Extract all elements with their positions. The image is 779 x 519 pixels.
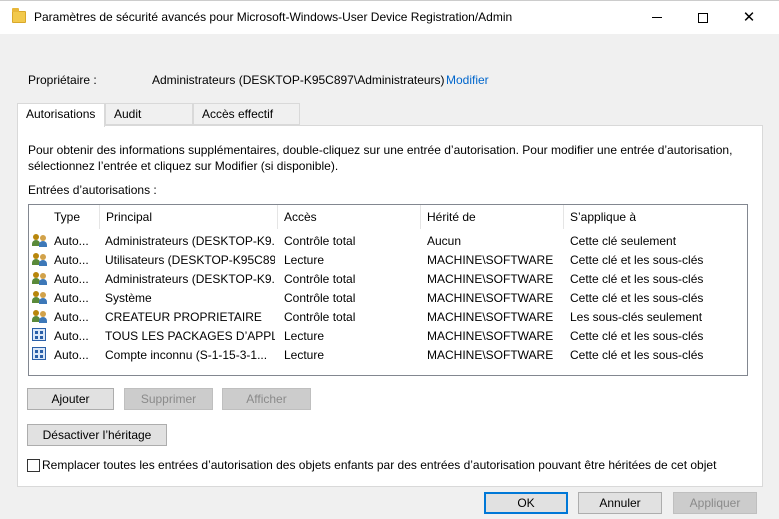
owner-label: Propriétaire : xyxy=(28,73,97,87)
entries-label: Entrées d’autorisations : xyxy=(28,183,157,197)
users-icon xyxy=(32,288,50,307)
table-row[interactable]: Auto... Système Contrôle total MACHINE\SOFT… xyxy=(29,288,747,307)
add-button[interactable]: Ajouter xyxy=(27,388,114,410)
view-button[interactable]: Afficher xyxy=(222,388,311,410)
column-header-access[interactable]: Accès xyxy=(278,205,421,229)
cell-principal: CREATEUR PROPRIETAIRE xyxy=(105,310,262,324)
cell-type: Auto... xyxy=(54,329,89,343)
column-header-type[interactable]: Type xyxy=(48,205,100,229)
cell-access: Contrôle total xyxy=(284,234,356,248)
cell-applies-to: Cette clé et les sous-clés xyxy=(570,253,704,267)
cell-access: Lecture xyxy=(284,348,325,362)
cell-type: Auto... xyxy=(54,253,89,267)
minimize-icon xyxy=(652,17,662,18)
users-icon xyxy=(32,250,50,269)
column-header-inherited-from[interactable]: Hérité de xyxy=(421,205,564,229)
advanced-security-dialog: Paramètres de sécurité avancés pour Micr… xyxy=(0,0,779,519)
maximize-button[interactable] xyxy=(680,1,726,34)
cell-applies-to: Cette clé seulement xyxy=(570,234,677,248)
close-icon: ✕ xyxy=(742,9,756,26)
users-icon xyxy=(32,307,50,326)
cell-principal: Système xyxy=(105,291,152,305)
list-header: Type Principal Accès Hérité de S’appliqu… xyxy=(29,205,747,229)
title-bar[interactable]: Paramètres de sécurité avancés pour Micr… xyxy=(0,1,779,34)
cell-type: Auto... xyxy=(54,291,89,305)
cell-principal: Administrateurs (DESKTOP-K9... xyxy=(105,272,275,286)
cell-principal: Utilisateurs (DESKTOP-K95C89... xyxy=(105,253,275,267)
cell-access: Contrôle total xyxy=(284,310,356,324)
cell-principal: Administrateurs (DESKTOP-K9... xyxy=(105,234,275,248)
cell-applies-to: Cette clé et les sous-clés xyxy=(570,291,704,305)
table-row[interactable]: Auto... TOUS LES PACKAGES D’APPLI... Lectu… xyxy=(29,326,747,345)
replace-child-permissions-checkbox[interactable] xyxy=(27,458,40,472)
disable-inheritance-button[interactable]: Désactiver l’héritage xyxy=(27,424,167,446)
table-row[interactable]: Auto... Administrateurs (DESKTOP-K9... Con… xyxy=(29,231,747,250)
app-package-icon xyxy=(32,345,50,364)
cell-access: Lecture xyxy=(284,329,325,343)
column-header-applies-to[interactable]: S’applique à xyxy=(564,205,747,229)
owner-value: Administrateurs (DESKTOP-K95C897\Adminis… xyxy=(152,73,445,87)
cell-type: Auto... xyxy=(54,234,89,248)
minimize-button[interactable] xyxy=(634,1,680,34)
permission-entries-list[interactable]: Type Principal Accès Hérité de S’appliqu… xyxy=(28,204,748,376)
window-title: Paramètres de sécurité avancés pour Micr… xyxy=(34,10,513,24)
replace-child-permissions-label[interactable]: Remplacer toutes les entrées d’autorisat… xyxy=(42,458,716,472)
cell-inherited-from: MACHINE\SOFTWARE xyxy=(427,291,554,305)
cell-inherited-from: MACHINE\SOFTWARE xyxy=(427,272,554,286)
apply-button[interactable]: Appliquer xyxy=(673,492,757,514)
column-header-principal[interactable]: Principal xyxy=(100,205,278,229)
tab-permissions[interactable]: Autorisations xyxy=(17,103,105,127)
replace-child-permissions-option[interactable]: Remplacer toutes les entrées d’autorisat… xyxy=(27,458,716,472)
table-row[interactable]: Auto... Administrateurs (DESKTOP-K9... Con… xyxy=(29,269,747,288)
cell-inherited-from: MACHINE\SOFTWARE xyxy=(427,253,554,267)
cell-applies-to: Cette clé et les sous-clés xyxy=(570,329,704,343)
change-owner-link[interactable]: Modifier xyxy=(446,73,489,87)
table-row[interactable]: Auto... Compte inconnu (S-1-15-3-1... Lect… xyxy=(29,345,747,364)
users-icon xyxy=(32,269,50,288)
cell-access: Lecture xyxy=(284,253,325,267)
info-text: Pour obtenir des informations supplément… xyxy=(28,143,733,173)
cell-applies-to: Les sous-clés seulement xyxy=(570,310,703,324)
maximize-icon xyxy=(698,12,708,23)
cell-type: Auto... xyxy=(54,272,89,286)
close-button[interactable]: ✕ xyxy=(726,1,772,34)
cell-applies-to: Cette clé et les sous-clés xyxy=(570,348,704,362)
tab-audit[interactable]: Audit xyxy=(105,103,193,125)
cell-inherited-from: MACHINE\SOFTWARE xyxy=(427,329,554,343)
cell-applies-to: Cette clé et les sous-clés xyxy=(570,272,704,286)
remove-button[interactable]: Supprimer xyxy=(124,388,213,410)
cell-access: Contrôle total xyxy=(284,272,356,286)
cell-principal: TOUS LES PACKAGES D’APPLI... xyxy=(105,329,275,343)
table-row[interactable]: Auto... Utilisateurs (DESKTOP-K95C89... Le… xyxy=(29,250,747,269)
cell-inherited-from: MACHINE\SOFTWARE xyxy=(427,310,554,324)
cancel-button[interactable]: Annuler xyxy=(578,492,662,514)
cell-inherited-from: MACHINE\SOFTWARE xyxy=(427,348,554,362)
folder-icon xyxy=(12,8,26,23)
cell-type: Auto... xyxy=(54,348,89,362)
cell-type: Auto... xyxy=(54,310,89,324)
tab-effective-access[interactable]: Accès effectif xyxy=(193,103,300,125)
cell-inherited-from: Aucun xyxy=(427,234,462,248)
ok-button[interactable]: OK xyxy=(484,492,568,514)
cell-access: Contrôle total xyxy=(284,291,356,305)
users-icon xyxy=(32,231,50,250)
app-package-icon xyxy=(32,326,50,345)
cell-principal: Compte inconnu (S-1-15-3-1... xyxy=(105,348,268,362)
table-row[interactable]: Auto... CREATEUR PROPRIETAIRE Contrôle tot… xyxy=(29,307,747,326)
